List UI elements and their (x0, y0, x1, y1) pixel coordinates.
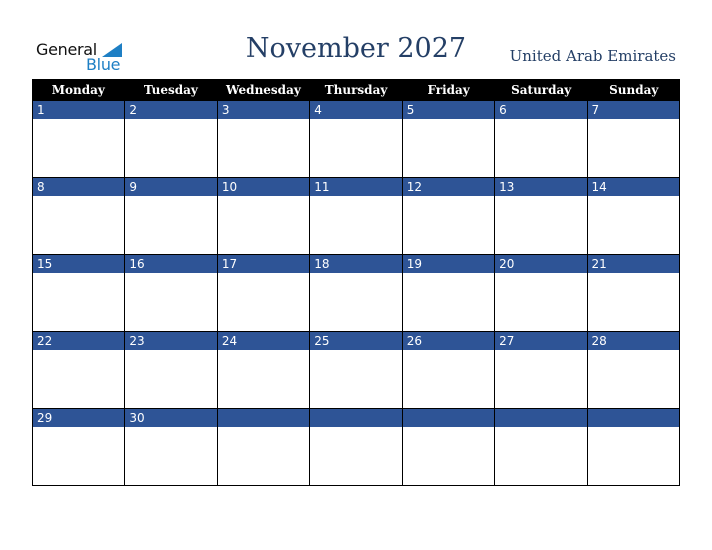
day-number: 25 (310, 332, 402, 350)
day-number: 18 (310, 255, 402, 273)
day-number (310, 409, 402, 427)
day-number: 27 (495, 332, 587, 350)
day-number: 20 (495, 255, 587, 273)
day-cell[interactable]: 30 (125, 409, 218, 486)
day-cell[interactable]: 25 (310, 332, 403, 409)
weekday-header: Monday Tuesday Wednesday Thursday Friday Satu… (32, 79, 680, 101)
day-cell[interactable]: 15 (33, 255, 126, 332)
day-cell[interactable]: 2 (125, 101, 218, 178)
day-cell[interactable]: 22 (33, 332, 126, 409)
day-number: 7 (587, 101, 679, 119)
day-number: 6 (495, 101, 587, 119)
week-row: 1234567 (32, 101, 680, 178)
week-row: 29 30 (32, 409, 680, 486)
day-cell[interactable]: 12 (402, 178, 496, 255)
day-number: 2 (125, 101, 217, 119)
weekday-wednesday: Wednesday (226, 83, 301, 97)
day-cell[interactable]: 3 (217, 101, 311, 178)
weekday-monday: Monday (51, 83, 105, 97)
day-number (495, 409, 587, 427)
day-cell[interactable]: 23 (125, 332, 218, 409)
week-row: 15 16 17 18 19 20 21 (32, 255, 680, 332)
weekday-saturday: Saturday (511, 83, 572, 97)
day-cell[interactable] (217, 409, 311, 486)
day-cell[interactable]: 27 (495, 332, 588, 409)
day-number: 14 (587, 178, 679, 196)
day-number: 11 (310, 178, 402, 196)
day-cell[interactable]: 21 (587, 255, 680, 332)
day-number: 9 (125, 178, 217, 196)
weekday-thursday: Thursday (324, 83, 388, 97)
day-number: 24 (217, 332, 310, 350)
day-cell[interactable]: 7 (587, 101, 680, 178)
day-number: 26 (402, 332, 495, 350)
day-number: 15 (33, 255, 125, 273)
day-cell[interactable]: 14 (587, 178, 680, 255)
day-cell[interactable]: 11 (310, 178, 403, 255)
day-cell[interactable] (402, 409, 496, 486)
day-cell[interactable]: 10 (217, 178, 311, 255)
day-number: 12 (402, 178, 495, 196)
day-number: 19 (402, 255, 495, 273)
day-cell[interactable]: 28 (587, 332, 680, 409)
day-cell[interactable]: 6 (495, 101, 588, 178)
day-number: 4 (310, 101, 402, 119)
calendar-title-text: November 2027 (245, 33, 467, 64)
calendar-grid: Monday Tuesday Wednesday Thursday Friday Satu… (32, 79, 680, 486)
day-number: 22 (33, 332, 125, 350)
day-cell[interactable]: 16 (125, 255, 218, 332)
weekday-sunday: Sunday (609, 83, 659, 97)
day-number: 30 (125, 409, 217, 427)
day-number: 29 (33, 409, 125, 427)
day-number: 23 (125, 332, 217, 350)
week-row: 22 23 24 25 26 27 28 (32, 332, 680, 409)
day-cell[interactable]: 1 (33, 101, 126, 178)
week-row: 8 9 10 11 12 13 14 (32, 178, 680, 255)
day-number (587, 409, 679, 427)
day-cell[interactable] (310, 409, 403, 486)
weekday-tuesday: Tuesday (143, 83, 198, 97)
day-cell[interactable] (587, 409, 680, 486)
day-cell[interactable]: 13 (495, 178, 588, 255)
day-number: 10 (217, 178, 310, 196)
day-number: 3 (217, 101, 310, 119)
day-cell[interactable]: 18 (310, 255, 403, 332)
day-cell[interactable]: 8 (33, 178, 126, 255)
day-number (217, 409, 310, 427)
day-cell[interactable]: 29 (33, 409, 126, 486)
day-number: 17 (217, 255, 310, 273)
day-number: 8 (33, 178, 125, 196)
weekday-friday: Friday (427, 83, 470, 97)
day-cell[interactable]: 20 (495, 255, 588, 332)
day-number: 16 (125, 255, 217, 273)
weeks-container: 1 2 3 4 5 6 7 8 9 10 11 12 13 14 15 16 17 18 19 20 21 22 23 24 2… (32, 101, 680, 486)
day-cell[interactable]: 9 (125, 178, 218, 255)
country-label: United Arab Emirates (509, 47, 676, 65)
day-number: 1 (33, 101, 125, 119)
day-number: 28 (587, 332, 679, 350)
day-number: 13 (495, 178, 587, 196)
day-number (402, 409, 495, 427)
day-cell[interactable]: 26 (402, 332, 496, 409)
day-number: 21 (587, 255, 679, 273)
day-cell[interactable]: 17 (217, 255, 311, 332)
day-cell[interactable]: 24 (217, 332, 311, 409)
day-cell[interactable]: 19 (402, 255, 496, 332)
day-cell[interactable]: 4 (310, 101, 403, 178)
day-cell[interactable] (495, 409, 588, 486)
day-cell[interactable]: 5 (402, 101, 496, 178)
day-number: 5 (402, 101, 495, 119)
